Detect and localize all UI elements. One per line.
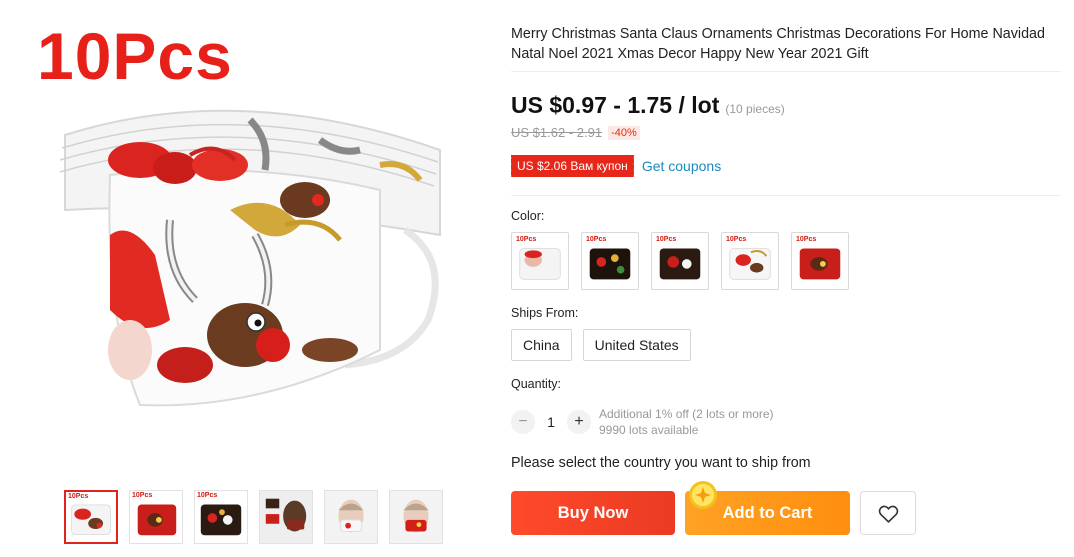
- color-label: Color:: [511, 209, 545, 223]
- old-price-row: US $1.62 - 2.91 -40%: [511, 125, 640, 140]
- divider: [511, 195, 1061, 196]
- ships-from-label: Ships From:: [511, 306, 579, 320]
- sparkle-icon: [689, 481, 717, 509]
- thumbnail-5[interactable]: [324, 490, 378, 544]
- swatch-label: 10Pcs: [656, 236, 677, 243]
- buy-now-button[interactable]: Buy Now: [511, 491, 675, 535]
- thumbnail-strip: 10Pcs 10Pcs 10Pcs: [64, 490, 443, 544]
- thumbnail-4[interactable]: [259, 490, 313, 544]
- thumbnail-image: [390, 491, 442, 543]
- quantity-note: Additional 1% off (2 lots or more) 9990 …: [599, 406, 774, 438]
- product-title: Merry Christmas Santa Claus Ornaments Ch…: [511, 26, 1045, 62]
- thumbnail-1[interactable]: 10Pcs: [64, 490, 118, 544]
- color-option-1[interactable]: 10Pcs: [511, 232, 569, 290]
- thumbnail-label: 10Pcs: [68, 493, 89, 500]
- swatch-label: 10Pcs: [516, 236, 537, 243]
- original-price: US $1.62 - 2.91: [511, 125, 603, 140]
- color-option-3[interactable]: 10Pcs: [651, 232, 709, 290]
- bulk-discount-note: Additional 1% off (2 lots or more): [599, 407, 774, 421]
- quantity-value[interactable]: 1: [535, 414, 567, 430]
- heart-icon: [878, 505, 899, 523]
- thumbnail-2[interactable]: 10Pcs: [129, 490, 183, 544]
- coupon-badge[interactable]: US $2.06 Вам купон: [511, 155, 634, 177]
- quantity-increase-button[interactable]: +: [567, 410, 591, 434]
- ship-option-united-states[interactable]: United States: [582, 329, 691, 361]
- thumbnail-image: [325, 491, 377, 543]
- action-buttons: Buy Now Add to Cart: [511, 481, 916, 535]
- add-to-cart-button[interactable]: Add to Cart: [685, 481, 850, 535]
- thumbnail-3[interactable]: 10Pcs: [194, 490, 248, 544]
- thumbnail-label: 10Pcs: [197, 492, 218, 499]
- thumbnail-image: [260, 491, 312, 543]
- coupon-row: US $2.06 Вам купон Get coupons: [511, 155, 721, 177]
- quantity-stepper: − 1 + Additional 1% off (2 lots or more)…: [511, 406, 774, 438]
- wishlist-button[interactable]: [860, 491, 916, 535]
- discount-badge: -40%: [608, 125, 640, 140]
- swatch-label: 10Pcs: [726, 236, 747, 243]
- thumbnail-label: 10Pcs: [132, 492, 153, 499]
- color-swatches: 10Pcs 10Pcs 10Pcs 10Pcs 10Pcs: [511, 232, 849, 290]
- divider: [511, 71, 1061, 72]
- ship-country-message: Please select the country you want to sh…: [511, 455, 811, 471]
- color-option-2[interactable]: 10Pcs: [581, 232, 639, 290]
- color-option-4[interactable]: 10Pcs: [721, 232, 779, 290]
- product-price: US $0.97 - 1.75 / lot: [511, 92, 720, 118]
- quantity-badge-text: 10Pcs: [37, 19, 233, 93]
- thumbnail-6[interactable]: [389, 490, 443, 544]
- swatch-label: 10Pcs: [796, 236, 817, 243]
- price-row: US $0.97 - 1.75 / lot (10 pieces): [511, 92, 785, 119]
- get-coupons-link[interactable]: Get coupons: [642, 158, 721, 174]
- product-gallery: 10Pcs 10Pcs 10Pcs 10Pcs: [0, 0, 470, 557]
- ships-from-options: China United States: [511, 329, 691, 361]
- add-to-cart-label: Add to Cart: [722, 504, 813, 522]
- pieces-note: (10 pieces): [725, 102, 785, 116]
- color-option-5[interactable]: 10Pcs: [791, 232, 849, 290]
- ship-option-china[interactable]: China: [511, 329, 572, 361]
- stock-note: 9990 lots available: [599, 423, 699, 437]
- quantity-decrease-button[interactable]: −: [511, 410, 535, 434]
- quantity-label: Quantity:: [511, 377, 562, 391]
- swatch-label: 10Pcs: [586, 236, 607, 243]
